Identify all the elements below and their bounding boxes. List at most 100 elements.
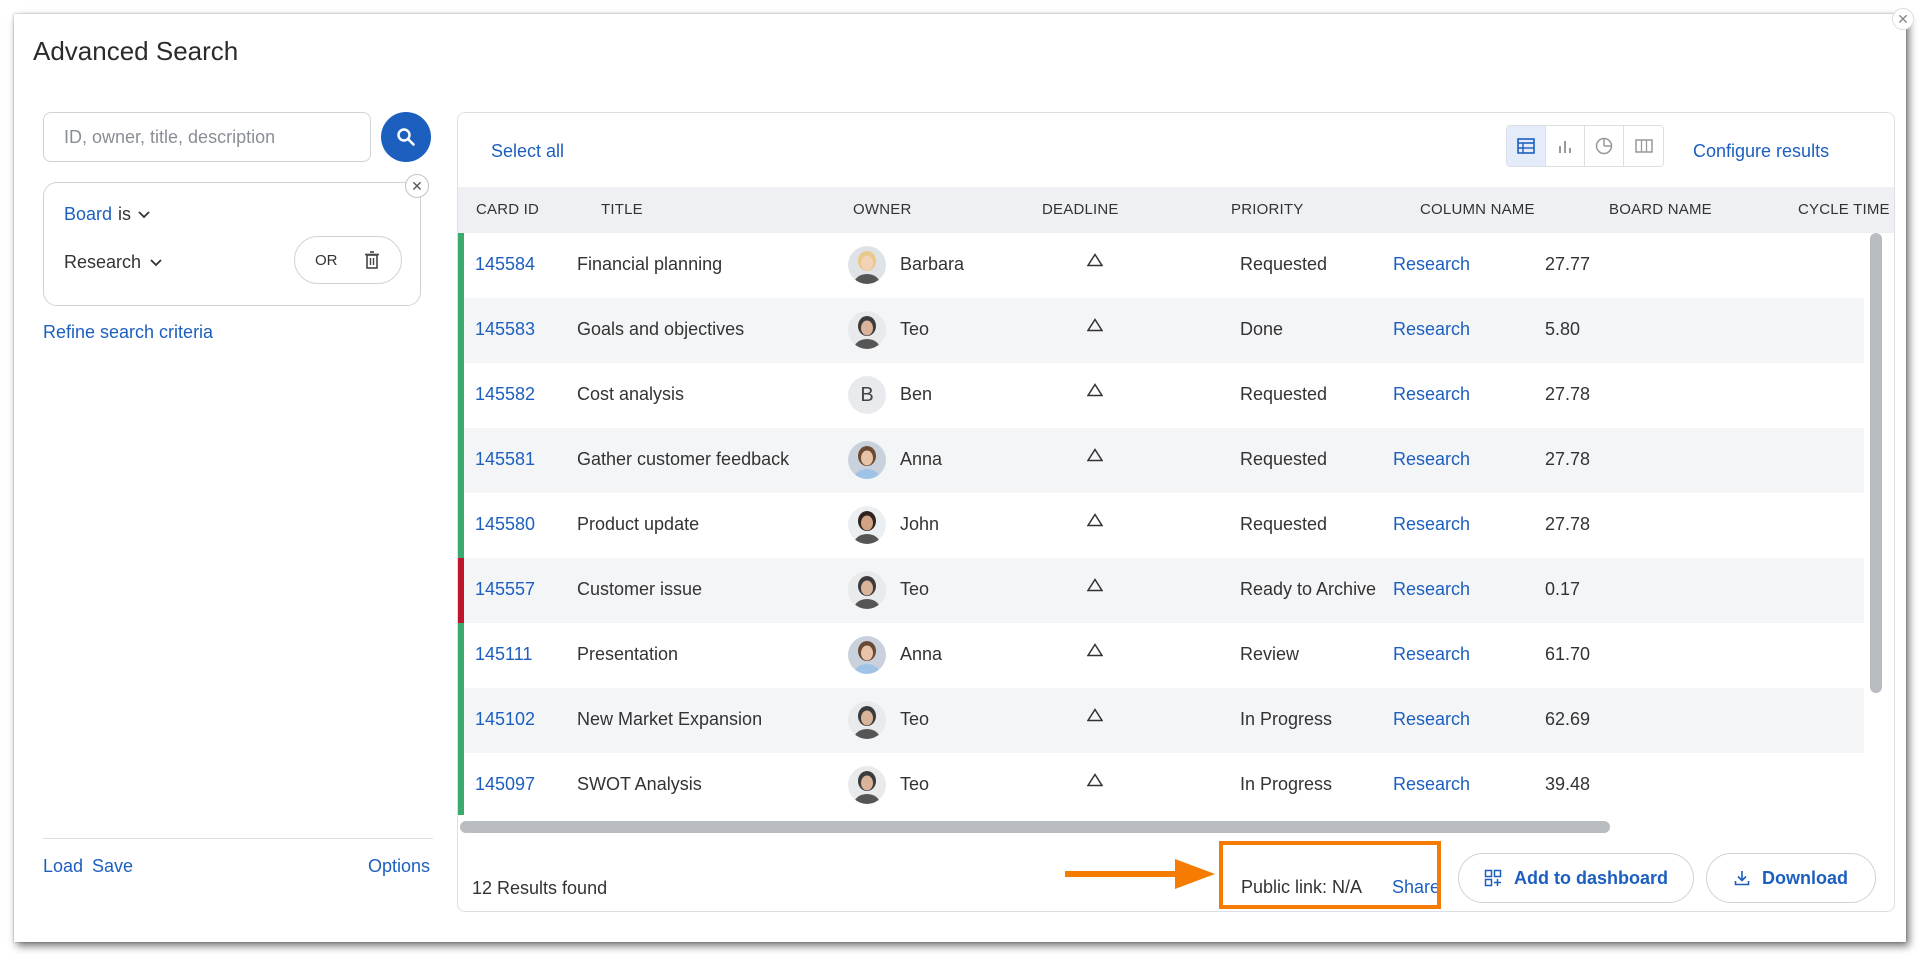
owner-name: Teo: [900, 709, 930, 729]
logic-toggle[interactable]: OR: [294, 236, 402, 284]
priority-triangle-icon: [1087, 578, 1103, 592]
close-icon[interactable]: ✕: [1892, 8, 1914, 30]
filter-value-label: Research: [64, 252, 142, 272]
owner-name: John: [900, 514, 940, 534]
status-stripe: [458, 428, 464, 493]
card-id-link[interactable]: 145102: [475, 709, 535, 730]
column-name: Requested: [1240, 449, 1328, 469]
board-name-link[interactable]: Research: [1393, 384, 1470, 405]
table-row[interactable]: 145102 New Market Expansion Teo In Progress…: [458, 688, 1864, 753]
avatar: B: [848, 376, 886, 414]
card-title: Goals and objectives: [577, 319, 745, 339]
filter-value-dropdown[interactable]: Research: [64, 252, 163, 273]
owner-name: Teo: [900, 579, 930, 599]
priority-triangle-icon: [1087, 448, 1103, 462]
bar-chart-view-button[interactable]: [1546, 126, 1585, 166]
horizontal-scrollbar[interactable]: [460, 821, 1610, 833]
cycle-time: 27.78: [1545, 449, 1591, 469]
vertical-scrollbar[interactable]: [1870, 233, 1882, 693]
board-name-link[interactable]: Research: [1393, 644, 1470, 665]
chevron-down-icon: [138, 210, 150, 218]
status-stripe: [458, 233, 464, 298]
board-name-link[interactable]: Research: [1393, 254, 1470, 275]
owner-name: Teo: [900, 774, 930, 794]
card-title: Gather customer feedback: [577, 449, 790, 469]
board-name-link[interactable]: Research: [1393, 449, 1470, 470]
status-stripe: [458, 493, 464, 558]
card-title: Customer issue: [577, 579, 703, 599]
status-stripe: [458, 753, 464, 815]
card-id-link[interactable]: 145583: [475, 319, 535, 340]
card-id-link[interactable]: 145097: [475, 774, 535, 795]
table-row[interactable]: 145582 Cost analysis B Ben Requested Research…: [458, 363, 1864, 428]
priority-triangle-icon: [1087, 643, 1103, 657]
board-name-link[interactable]: Research: [1393, 774, 1470, 795]
table-row[interactable]: 145111 Presentation Anna Review Research 61.7…: [458, 623, 1864, 688]
cycle-time: 39.48: [1545, 774, 1591, 794]
add-to-dashboard-button[interactable]: Add to dashboard: [1458, 853, 1694, 903]
filter-operator: is: [118, 204, 132, 224]
cycle-time: 61.70: [1545, 644, 1591, 664]
refine-search-link[interactable]: Refine search criteria: [43, 322, 213, 343]
view-toggle: [1506, 125, 1664, 167]
table-body: 145584 Financial planning Barbara Requested…: [458, 233, 1864, 815]
search-input[interactable]: [43, 112, 371, 162]
board-name-link[interactable]: Research: [1393, 579, 1470, 600]
table-row[interactable]: 145583 Goals and objectives Teo Done Researc…: [458, 298, 1864, 363]
table-row[interactable]: 145581 Gather customer feedback Anna Reques…: [458, 428, 1864, 493]
card-id-link[interactable]: 145582: [475, 384, 535, 405]
column-header-priority[interactable]: PRIORITY: [1231, 201, 1303, 218]
cycle-time: 0.17: [1545, 579, 1581, 599]
column-header-title[interactable]: TITLE: [601, 201, 643, 218]
table-view-button[interactable]: [1507, 126, 1546, 166]
table-row[interactable]: 145584 Financial planning Barbara Requested…: [458, 233, 1864, 298]
logic-label[interactable]: OR: [315, 252, 338, 269]
card-id-link[interactable]: 145111: [475, 644, 532, 665]
download-button[interactable]: Download: [1706, 853, 1876, 903]
cycle-time: 62.69: [1545, 709, 1591, 729]
avatar: [848, 246, 886, 284]
board-name-link[interactable]: Research: [1393, 319, 1470, 340]
pie-chart-view-button[interactable]: [1585, 126, 1624, 166]
remove-filter-button[interactable]: ✕: [405, 174, 429, 198]
save-link[interactable]: Save: [92, 856, 133, 877]
column-header-cycle-time[interactable]: CYCLE TIME: [1798, 201, 1890, 218]
options-link[interactable]: Options: [368, 856, 430, 877]
card-id-link[interactable]: 145580: [475, 514, 535, 535]
dashboard-icon: [1484, 869, 1502, 887]
card-id-link[interactable]: 145581: [475, 449, 535, 470]
avatar: [848, 766, 886, 804]
load-link[interactable]: Load: [43, 856, 83, 877]
column-header-column-name[interactable]: COLUMN NAME: [1420, 201, 1535, 218]
columns-view-button[interactable]: [1624, 126, 1663, 166]
column-header-owner[interactable]: OWNER: [853, 201, 912, 218]
priority-triangle-icon: [1087, 513, 1103, 527]
card-title: Financial planning: [577, 254, 723, 274]
column-name: Requested: [1240, 514, 1328, 534]
table-row[interactable]: 145557 Customer issue Teo Ready to Archive R…: [458, 558, 1864, 623]
pie-chart-view-icon: [1595, 137, 1613, 155]
column-header-board-name[interactable]: BOARD NAME: [1609, 201, 1712, 218]
select-all-link[interactable]: Select all: [491, 141, 564, 162]
columns-view-icon: [1634, 139, 1653, 153]
search-button[interactable]: [381, 112, 431, 162]
board-name-link[interactable]: Research: [1393, 709, 1470, 730]
status-stripe: [458, 363, 464, 428]
column-header-card-id[interactable]: CARD ID: [476, 201, 539, 218]
configure-results-link[interactable]: Configure results: [1693, 141, 1829, 162]
table-row[interactable]: 145580 Product update John Requested Researc…: [458, 493, 1864, 558]
filter-field-label: Board: [64, 204, 113, 224]
column-header-deadline[interactable]: DEADLINE: [1042, 201, 1119, 218]
owner-name: Barbara: [900, 254, 965, 274]
card-id-link[interactable]: 145584: [475, 254, 535, 275]
board-name-link[interactable]: Research: [1393, 514, 1470, 535]
priority-triangle-icon: [1087, 708, 1103, 722]
filter-field-dropdown[interactable]: Board is: [64, 204, 151, 225]
avatar: [848, 636, 886, 674]
avatar: [848, 506, 886, 544]
card-id-link[interactable]: 145557: [475, 579, 535, 600]
table-row[interactable]: 145097 SWOT Analysis Teo In Progress Researc…: [458, 753, 1864, 815]
annotation-arrow-icon: [1065, 859, 1215, 889]
trash-icon[interactable]: [364, 251, 380, 269]
column-name: In Progress: [1240, 709, 1333, 729]
